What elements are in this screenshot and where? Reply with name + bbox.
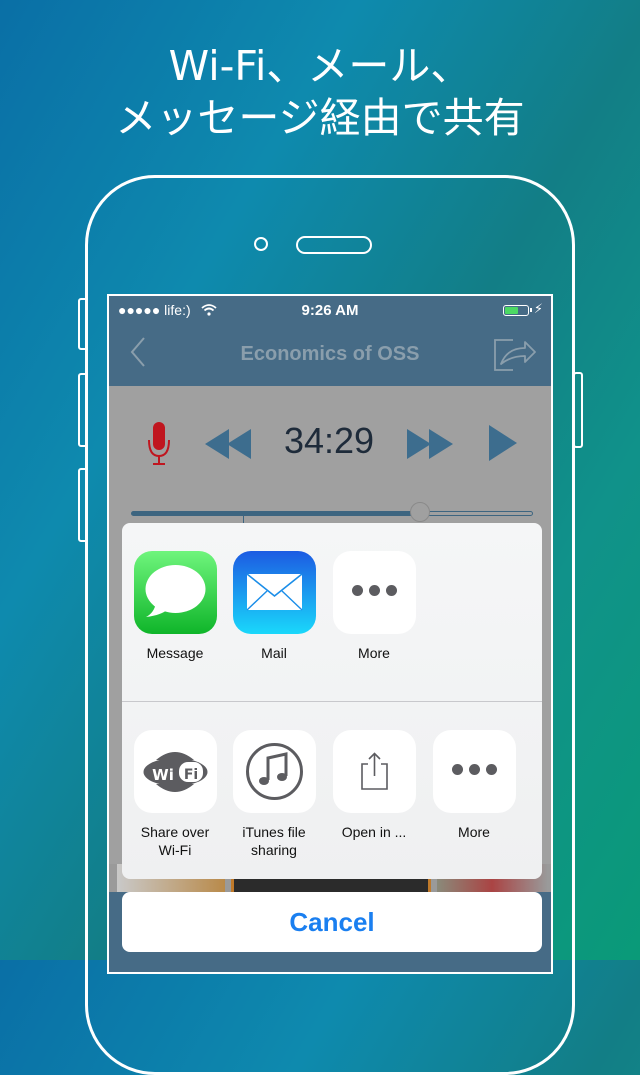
ellipsis-icon [333,583,416,601]
headline-line-2: メッセージ経由で共有 [115,94,525,142]
volume-up-button [78,298,88,350]
label-line-1: More [458,824,490,840]
more-apps-icon [332,551,416,634]
share-mail[interactable]: Mail [232,551,316,662]
action-open-in[interactable]: Open in ... [332,730,416,841]
share-mail-label: Mail [261,645,287,661]
earpiece-speaker [296,236,372,254]
headline-line-1: Wi-Fi、メール、 [168,42,472,90]
charging-icon: ⚡ [533,301,543,316]
share-message[interactable]: Message [133,551,217,662]
share-more-apps[interactable]: More [332,551,416,662]
volume-down-button [78,373,88,447]
envelope-icon [246,573,302,611]
wifi-logo-text-wi: Wi [152,766,174,784]
share-over-wifi-label: Share over Wi-Fi [133,823,217,859]
open-in-label: Open in ... [332,823,416,841]
battery-icon [503,305,532,316]
music-note-icon [245,743,303,800]
fast-forward-icon[interactable] [407,428,455,460]
ellipsis-icon [433,762,516,780]
wifi-share-icon: Wi Fi [133,730,217,813]
label-line-2: Wi-Fi [158,842,192,858]
share-sheet: Message Mail More Wi Fi Share over Wi-Fi… [122,523,542,879]
headline: Wi-Fi、メール、 メッセージ経由で共有 [0,40,640,144]
sheet-divider [122,701,542,702]
progress-slider[interactable] [131,511,533,516]
cancel-button[interactable]: Cancel [122,892,542,952]
share-box-icon [360,752,388,790]
progress-thumb[interactable] [410,502,431,522]
speech-bubble-icon [145,565,205,617]
microphone-icon[interactable] [147,420,171,466]
more-actions-icon [432,730,516,813]
message-app-icon [133,551,217,634]
share-export-icon[interactable] [493,336,537,372]
label-line-1: iTunes file [242,824,306,840]
action-more-label: More [432,823,516,841]
itunes-file-sharing-label: iTunes file sharing [232,823,316,859]
action-more[interactable]: More [432,730,516,841]
mute-switch [78,468,88,542]
rewind-icon[interactable] [205,428,253,460]
label-line-2: sharing [251,842,297,858]
action-share-over-wifi[interactable]: Wi Fi Share over Wi-Fi [133,730,217,859]
label-line-1: Share over [140,824,210,840]
battery-level [505,307,518,314]
progress-fill [132,512,422,515]
share-more-apps-label: More [358,645,390,661]
top-bar: ●●●●● life:) 9:26 AM ⚡ Economics of OSS [109,296,551,386]
wifi-logo-icon: Wi Fi [143,752,207,792]
phone-screen: ●●●●● life:) 9:26 AM ⚡ Economics of OSS [107,294,553,974]
label-line-1: Open in ... [341,824,407,840]
action-itunes-file-sharing[interactable]: iTunes file sharing [232,730,316,859]
mail-app-icon [232,551,316,634]
front-camera [254,237,268,251]
elapsed-time: 34:29 [283,420,375,461]
open-in-icon [332,730,416,813]
wifi-logo-text-fi: Fi [183,767,197,783]
power-button [573,372,583,448]
status-time: 9:26 AM [301,302,359,319]
play-icon[interactable] [487,424,519,462]
status-bar: ●●●●● life:) 9:26 AM ⚡ [109,296,551,324]
itunes-icon [232,730,316,813]
nav-title: Economics of OSS [240,343,420,365]
share-message-label: Message [146,645,204,661]
